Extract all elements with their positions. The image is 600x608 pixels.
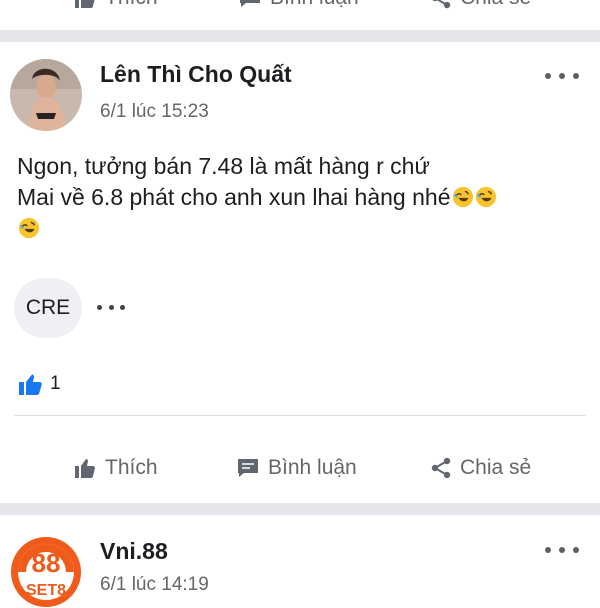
- post-timestamp[interactable]: 6/1 lúc 15:23: [100, 101, 209, 123]
- blue-like-icon: [19, 374, 42, 395]
- post-text-line3: [17, 213, 587, 244]
- post-divider: [0, 503, 600, 515]
- stock-tag-label: CRE: [25, 296, 71, 319]
- post-divider: [0, 30, 600, 42]
- author-avatar[interactable]: [10, 59, 82, 131]
- post-author-name[interactable]: Vni.88: [100, 538, 168, 565]
- previous-post-action-bar: Thích Bình luận Chia sẻ: [0, 0, 600, 16]
- tag-more-button[interactable]: [97, 300, 125, 314]
- post-author-name[interactable]: Lên Thì Cho Quất: [100, 61, 292, 88]
- dot: [97, 304, 102, 310]
- stock-tag-chip[interactable]: CRE: [14, 278, 82, 338]
- like-count: 1: [50, 373, 61, 394]
- share-icon: [431, 457, 451, 479]
- action-separator: [14, 415, 586, 416]
- post-text-line2: Mai về 6.8 phát cho anh xun lhai hàng nh…: [17, 184, 451, 210]
- dot: [559, 73, 565, 79]
- post-text-line2-row: Mai về 6.8 phát cho anh xun lhai hàng nh…: [17, 182, 587, 213]
- share-label-top: Chia sẻ: [460, 0, 531, 10]
- dot: [545, 547, 551, 553]
- comment-label-top: Bình luận: [270, 0, 359, 10]
- share-label: Chia sẻ: [460, 456, 532, 479]
- logo-subtext: SET8: [25, 582, 66, 599]
- rolling-laughing-emoji-icon: [475, 186, 496, 208]
- comment-button-top[interactable]: Bình luận: [238, 0, 359, 10]
- thumbs-up-icon: [75, 459, 95, 478]
- rolling-laughing-emoji-icon: [452, 186, 473, 208]
- like-button-top[interactable]: Thích: [73, 0, 158, 10]
- post-text-line1: Ngon, tưởng bán 7.48 là mất hàng r chứ: [17, 153, 430, 179]
- share-icon: [432, 0, 451, 9]
- dot: [573, 73, 579, 79]
- share-button[interactable]: Chia sẻ: [430, 456, 531, 480]
- comment-button[interactable]: Bình luận: [236, 456, 357, 480]
- dot: [108, 304, 114, 310]
- like-label-top: Thích: [105, 0, 158, 10]
- like-button[interactable]: Thích: [73, 456, 158, 480]
- comment-icon: [238, 459, 258, 477]
- logo-number: 88: [31, 548, 61, 578]
- comment-icon: [240, 0, 260, 7]
- dot: [573, 547, 579, 553]
- post-options-button[interactable]: [545, 66, 579, 86]
- dot: [559, 547, 565, 553]
- post-options-button[interactable]: [545, 540, 579, 560]
- dot: [545, 73, 551, 79]
- like-label: Thích: [105, 456, 158, 479]
- thumbs-up-icon: [75, 0, 95, 8]
- share-button-top[interactable]: Chia sẻ: [430, 0, 531, 10]
- reaction-summary[interactable]: 1: [18, 372, 61, 396]
- post-action-bar: Thích Bình luận Chia sẻ: [0, 450, 600, 490]
- comment-label: Bình luận: [268, 456, 357, 479]
- post-timestamp[interactable]: 6/1 lúc 14:19: [100, 574, 209, 596]
- post-body: Ngon, tưởng bán 7.48 là mất hàng r chứ M…: [17, 151, 587, 244]
- rolling-laughing-emoji-icon: [18, 217, 40, 239]
- dot: [120, 304, 125, 310]
- avatar-photo: [10, 59, 82, 131]
- page-logo-avatar[interactable]: 88 SET8: [10, 536, 82, 608]
